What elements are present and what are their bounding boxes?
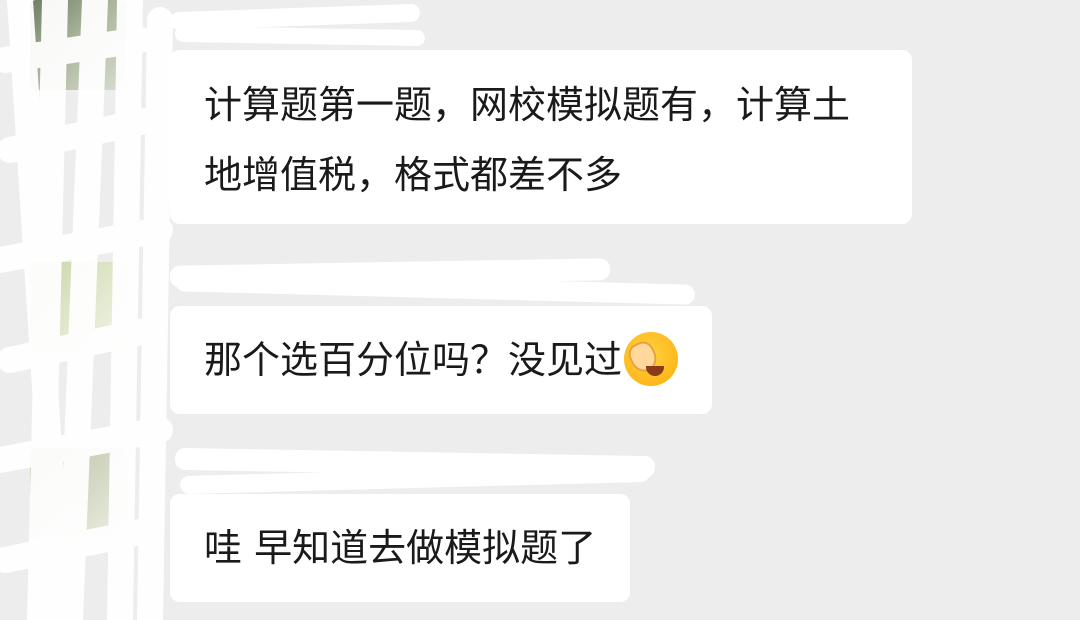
- avatar[interactable]: [30, 448, 126, 538]
- message-bubble[interactable]: 计算题第一题，网校模拟题有，计算土地增值税，格式都差不多: [170, 50, 912, 224]
- chat-area: 计算题第一题，网校模拟题有，计算土地增值税，格式都差不多 那个选百分位吗？没见过…: [0, 0, 1080, 620]
- message-bubble[interactable]: 那个选百分位吗？没见过: [170, 306, 713, 414]
- message-text: 计算题第一题，网校模拟题有，计算土地增值税，格式都差不多: [204, 83, 851, 197]
- avatar[interactable]: [30, 0, 126, 90]
- message-text: 哇 早知道去做模拟题了: [204, 526, 597, 570]
- message-text: 那个选百分位吗？没见过: [204, 338, 623, 382]
- message-bubble[interactable]: 哇 早知道去做模拟题了: [170, 494, 631, 602]
- redaction-mark: [174, 25, 426, 47]
- avatar[interactable]: [30, 262, 126, 352]
- face-palm-icon: [624, 331, 679, 386]
